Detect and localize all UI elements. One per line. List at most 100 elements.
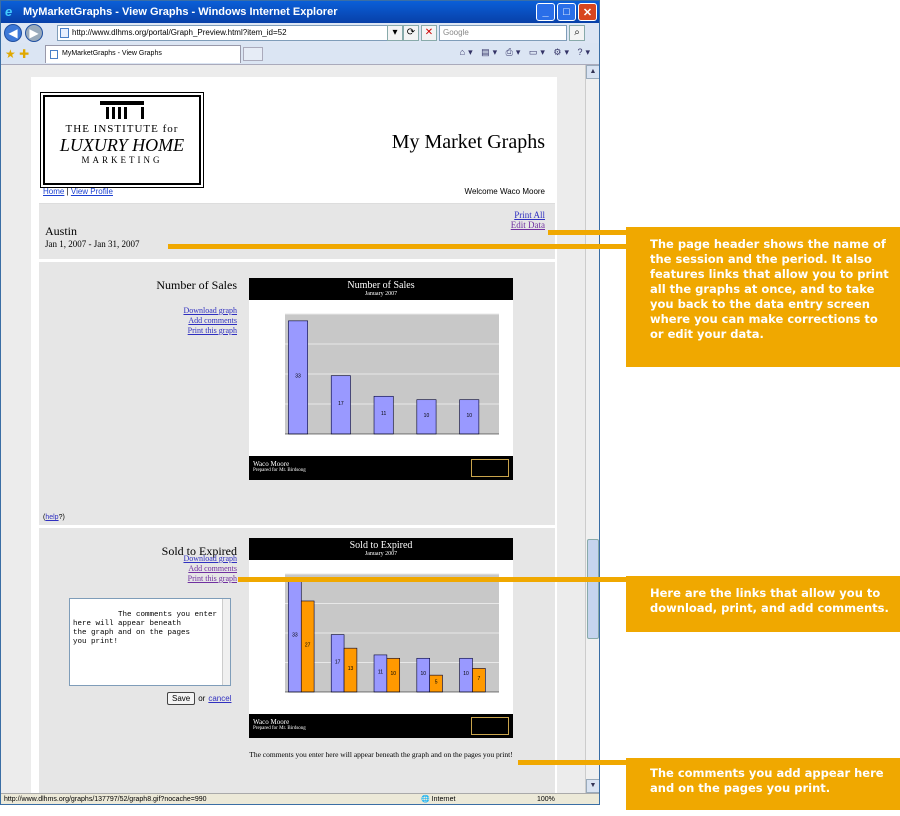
help-close: ?) [58,514,65,521]
command-bar-icons[interactable]: ⌂▾ ▤▾ ⎙▾ ▭▾ ⚙▾ ?▾ [460,47,593,58]
agent-name: Waco Moore [253,718,290,726]
add-comments-link[interactable]: Add comments [183,316,237,326]
view-profile-link[interactable]: View Profile [71,187,113,196]
comment-textarea[interactable]: The comments you enter here will appear … [69,598,231,686]
maximize-button[interactable]: □ [557,3,576,21]
bar-value-label: 13 [348,666,354,672]
help-link[interactable]: help [45,514,58,521]
chart-title: Sold to Expired [349,540,413,551]
comment-text: The comments you enter here will appear … [73,611,218,646]
ie-logo-icon: e [5,4,13,19]
refresh-icon[interactable]: ⟳ [403,25,419,41]
search-input[interactable]: Google [439,25,567,41]
bar-value-label: 10 [424,413,430,419]
comment-display: The comments you enter here will appear … [249,750,513,759]
callout-pointer [518,760,626,765]
save-row: Save or cancel [167,692,231,705]
bar-value-label: 10 [391,671,397,677]
favorites-icon[interactable]: ★ ✚ [5,47,29,61]
address-dropdown-icon[interactable]: ▾ [387,25,403,41]
callout-comments: The comments you add appear here and on … [626,758,900,810]
prepared-for: Prepared for Mr. Birdsong [253,726,306,731]
session-name: Austin [45,224,78,238]
page-scrollbar[interactable]: ▲ ▼ [585,65,599,793]
temple-icon [100,101,144,121]
scroll-down-icon[interactable]: ▼ [586,779,599,793]
page-viewport: THE INSTITUTE for LUXURY HOME MARKETING … [1,65,585,793]
new-tab-button[interactable] [243,47,263,61]
tab-row: ★ ✚ MyMarketGraphs - View Graphs ⌂▾ ▤▾ ⎙… [1,43,599,65]
page-icon [60,28,69,38]
logo-line2: LUXURY HOME [59,135,185,155]
bar-value-label: 11 [378,669,383,675]
status-bar: http://www.dlhms.org/graphs/137797/52/gr… [1,793,599,804]
browser-window: e MyMarketGraphs - View Graphs - Windows… [0,0,600,805]
bar-value-label: 10 [463,671,469,677]
status-url: http://www.dlhms.org/graphs/137797/52/gr… [4,796,207,803]
title-bar: e MyMarketGraphs - View Graphs - Windows… [1,1,599,23]
bar-value-label: 10 [466,413,472,419]
welcome-text: Welcome Waco Moore [464,187,545,196]
callout-pointer [168,244,626,249]
graph-links: Download graph Add comments Print this g… [183,306,237,336]
bar-value-label: 33 [292,632,298,638]
chart-title: Number of Sales [347,280,415,291]
close-button[interactable]: ✕ [578,3,597,21]
or-label: or [198,694,206,703]
header-links: Print All Edit Data [511,210,545,230]
window-title: MyMarketGraphs - View Graphs - Windows I… [23,6,338,18]
tab-view-graphs[interactable]: MyMarketGraphs - View Graphs [45,45,241,63]
graph-links: Download graph Add comments Print this g… [183,554,237,584]
bar-value-label: 17 [338,401,344,407]
address-row: ◀ ▶ http://www.dlhms.org/portal/Graph_Pr… [1,23,599,43]
callout-pointer [238,577,626,582]
stop-icon[interactable]: ✕ [421,25,437,41]
agent-name: Waco Moore [253,460,290,468]
address-bar[interactable]: http://www.dlhms.org/portal/Graph_Previe… [57,25,399,41]
bar-value-label: 17 [335,659,341,665]
cancel-link[interactable]: cancel [208,694,231,703]
chart-plot: 33 17 11 10 10 27 13 10 5 7 [285,573,499,693]
download-graph-link[interactable]: Download graph [183,554,237,564]
callout-links: Here are the links that allow you to dow… [626,576,900,632]
mini-logo-icon [471,717,509,735]
print-graph-link[interactable]: Print this graph [183,326,237,336]
address-url: http://www.dlhms.org/portal/Graph_Previe… [72,28,287,37]
scroll-up-icon[interactable]: ▲ [586,65,599,79]
add-comments-link[interactable]: Add comments [183,564,237,574]
chart-plot: 33 17 11 10 10 [285,313,499,435]
prepared-for: Prepared for Mr. Birdsong [253,468,306,473]
graph-image: Number of Sales January 2007 33 17 11 10 10 … [249,278,513,480]
tab-label: MyMarketGraphs - View Graphs [62,50,162,57]
callout-header: The page header shows the name of the se… [626,227,900,367]
minimize-button[interactable]: _ [536,3,555,21]
callout-pointer [548,230,626,235]
edit-data-link[interactable]: Edit Data [511,220,545,230]
forward-icon[interactable]: ▶ [25,24,43,42]
home-link[interactable]: Home [43,187,64,196]
back-icon[interactable]: ◀ [4,24,22,42]
nav-separator: | [66,187,69,196]
institute-logo: THE INSTITUTE for LUXURY HOME MARKETING [40,92,204,188]
graph-block-number-of-sales: Number of Sales Download graph Add comme… [39,261,555,525]
bar-value-label: 33 [295,373,301,379]
status-zone: 🌐 Internet [421,796,456,803]
search-icon[interactable]: ⌕ [569,25,585,41]
bar-value-label: 27 [305,642,311,648]
site-title: My Market Graphs [391,131,545,153]
page-content: THE INSTITUTE for LUXURY HOME MARKETING … [31,77,557,793]
zoom-level[interactable]: 100% [537,794,555,804]
download-graph-link[interactable]: Download graph [183,306,237,316]
session-header: Austin Jan 1, 2007 - Jan 31, 2007 Print … [39,203,555,259]
mini-logo-icon [471,459,509,477]
scroll-thumb[interactable] [587,539,599,639]
print-all-link[interactable]: Print All [511,210,545,220]
bar-value-label: 7 [477,676,480,682]
bar-value-label: 11 [381,411,386,417]
print-graph-link[interactable]: Print this graph [183,574,237,584]
textarea-scrollbar[interactable] [222,599,230,685]
bar-value-label: 10 [420,671,426,677]
chart-subtitle: January 2007 [364,291,398,297]
graph-image: Sold to Expired January 2007 33 17 11 10 10 2… [249,538,513,738]
save-button[interactable]: Save [167,692,196,705]
